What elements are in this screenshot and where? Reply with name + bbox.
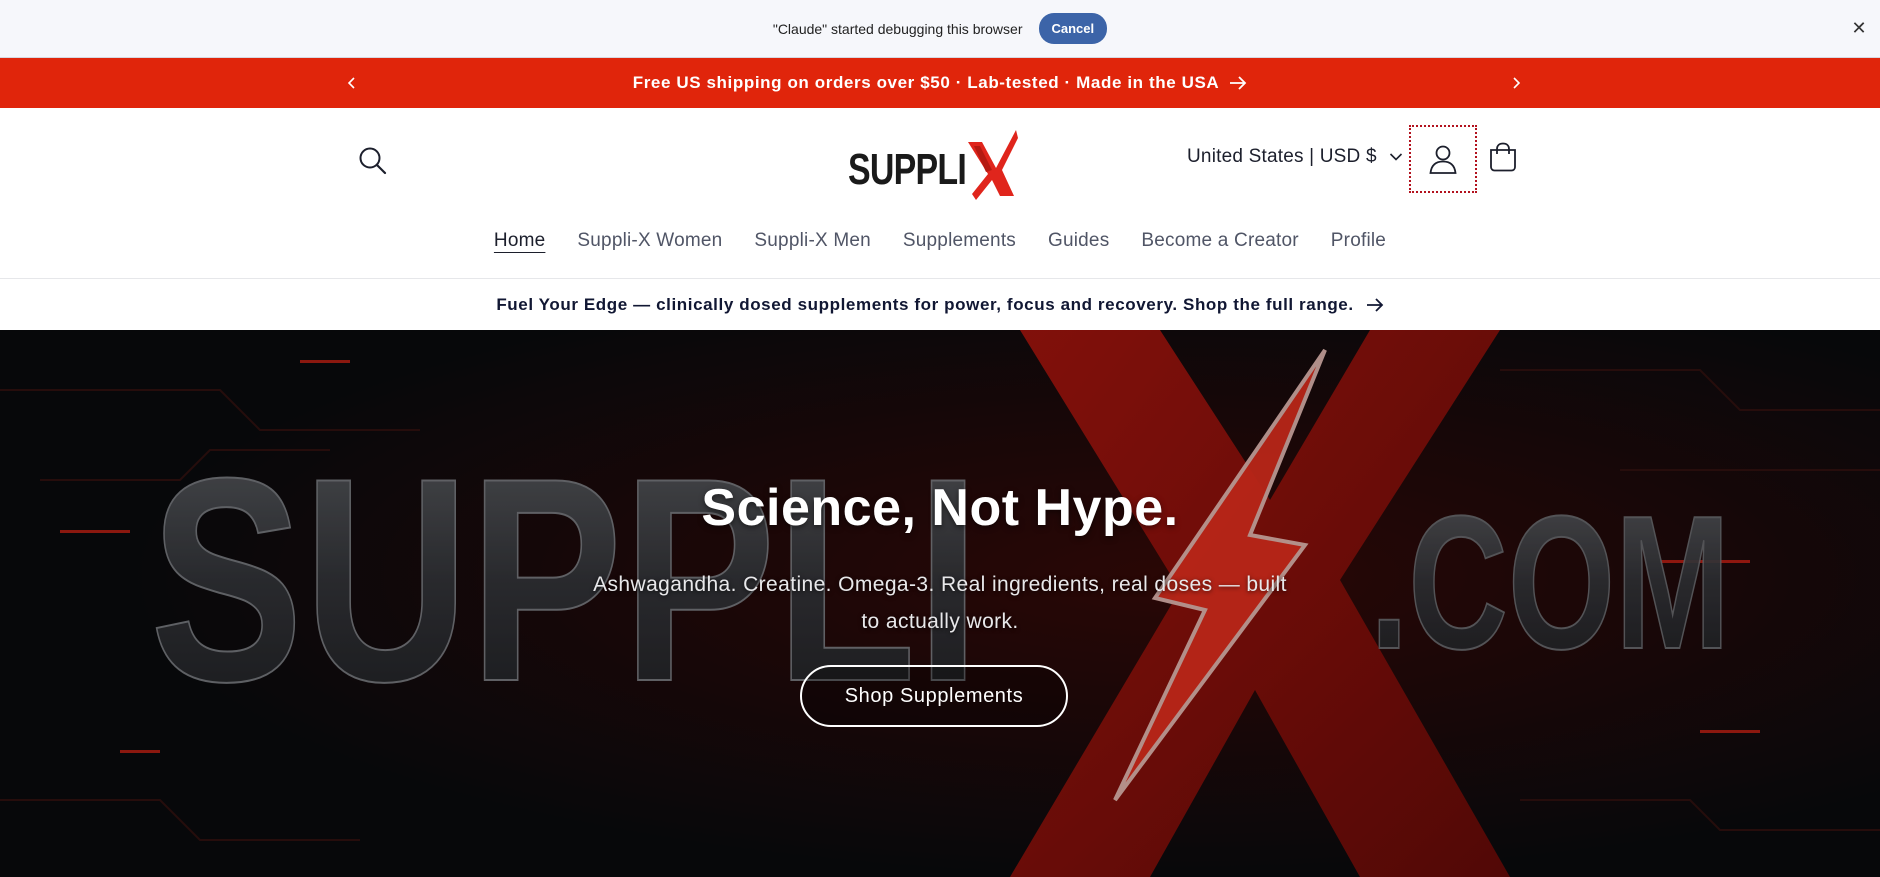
nav-item-supplements[interactable]: Supplements — [903, 230, 1016, 252]
site-header: SUPPLI United States | USD $ Home Suppli… — [0, 108, 1880, 278]
nav-item-suppli-x-women[interactable]: Suppli-X Women — [577, 230, 722, 252]
chevron-left-icon[interactable] — [342, 73, 362, 93]
announcement-bar: Free US shipping on orders over $50 · La… — [0, 58, 1880, 108]
hero-content: Science, Not Hype. Ashwagandha. Creatine… — [0, 330, 1880, 877]
hero-title: Science, Not Hype. — [701, 479, 1179, 537]
promo-banner: Fuel Your Edge — clinically dosed supple… — [0, 278, 1880, 330]
search-icon[interactable] — [356, 144, 390, 178]
announcement-text: Free US shipping on orders over $50 · La… — [632, 73, 1220, 92]
nav-item-guides[interactable]: Guides — [1048, 230, 1109, 252]
shop-supplements-button[interactable]: Shop Supplements — [800, 665, 1068, 727]
country-currency-selector[interactable]: United States | USD $ — [1187, 146, 1403, 168]
promo-link[interactable]: Fuel Your Edge — clinically dosed supple… — [496, 295, 1383, 315]
hero-banner: SUPPLI .COM Science, Not Hype. Ashwagand… — [0, 330, 1880, 877]
hero-subtitle: Ashwagandha. Creatine. Omega-3. Real ing… — [593, 573, 1287, 633]
nav-item-home[interactable]: Home — [494, 230, 545, 252]
nav-item-suppli-x-men[interactable]: Suppli-X Men — [754, 230, 870, 252]
debugger-banner: "Claude" started debugging this browser … — [0, 0, 1880, 58]
promo-text: Fuel Your Edge — clinically dosed supple… — [496, 294, 1354, 314]
cancel-debugging-button[interactable]: Cancel — [1038, 13, 1108, 44]
announcement-link[interactable]: Free US shipping on orders over $50 · La… — [633, 73, 1248, 93]
arrow-right-icon — [1230, 76, 1247, 90]
debugger-message: "Claude" started debugging this browser — [772, 20, 1023, 37]
logo-x-mark — [968, 130, 1018, 200]
nav-item-become-a-creator[interactable]: Become a Creator — [1141, 230, 1298, 252]
account-icon[interactable] — [1409, 125, 1477, 193]
cart-icon[interactable] — [1484, 134, 1522, 180]
logo-wordmark: SUPPLI — [848, 145, 966, 194]
chevron-down-icon — [1389, 153, 1402, 161]
main-navigation: Home Suppli-X Women Suppli-X Men Supplem… — [0, 230, 1880, 252]
nav-item-profile[interactable]: Profile — [1331, 230, 1386, 252]
chevron-right-icon[interactable] — [1506, 73, 1526, 93]
region-label: United States | USD $ — [1187, 146, 1377, 167]
site-logo[interactable]: SUPPLI — [846, 122, 1022, 204]
arrow-right-icon — [1366, 297, 1383, 312]
close-banner-icon[interactable]: ✕ — [1848, 17, 1870, 39]
